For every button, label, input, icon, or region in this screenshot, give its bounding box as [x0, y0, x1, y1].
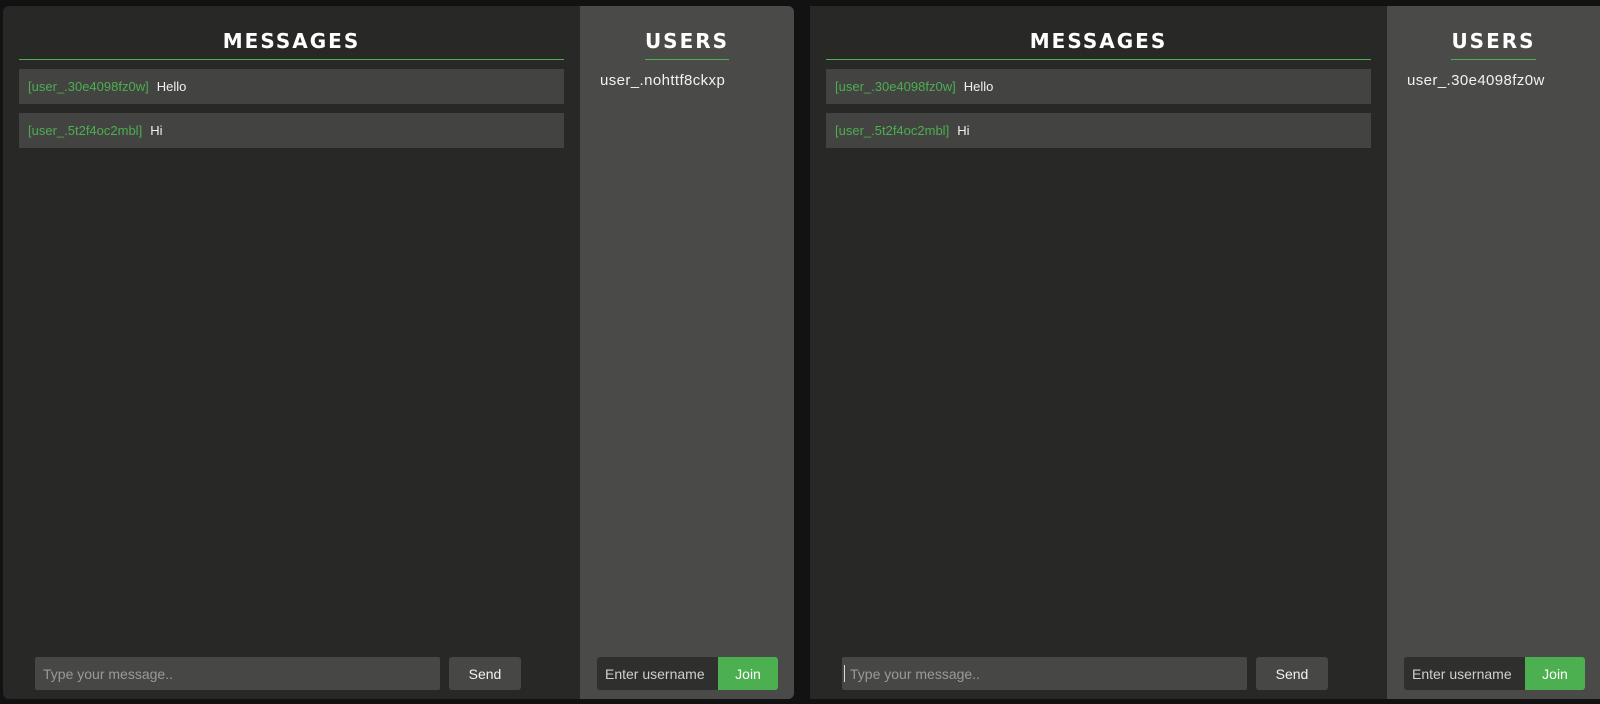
message-item: [user_.5t2f4oc2mbl] Hi	[19, 113, 564, 148]
message-text: Hello	[963, 79, 994, 94]
user-list-item: user_.nohttf8ckxp	[600, 72, 726, 89]
message-item: [user_.30e4098fz0w] Hello	[19, 69, 564, 104]
compose-bar: Send	[842, 657, 1328, 690]
username-input[interactable]	[597, 657, 718, 690]
user-list-item: user_.30e4098fz0w	[1407, 72, 1545, 89]
messages-panel: MESSAGES [user_.30e4098fz0w] Hello [user…	[3, 6, 580, 699]
message-author: [user_.30e4098fz0w]	[28, 79, 149, 94]
users-header: USERS	[580, 24, 794, 60]
chat-window-2: MESSAGES [user_.30e4098fz0w] Hello [user…	[810, 6, 1600, 699]
send-button[interactable]: Send	[449, 657, 521, 690]
message-input[interactable]	[35, 657, 440, 690]
join-bar: Join	[597, 657, 778, 690]
messages-header: MESSAGES	[826, 24, 1371, 60]
message-list: [user_.30e4098fz0w] Hello [user_.5t2f4oc…	[19, 69, 564, 157]
username-input[interactable]	[1404, 657, 1525, 690]
message-input[interactable]	[842, 657, 1247, 690]
message-item: [user_.30e4098fz0w] Hello	[826, 69, 1371, 104]
message-list: [user_.30e4098fz0w] Hello [user_.5t2f4oc…	[826, 69, 1371, 157]
join-button[interactable]: Join	[1525, 657, 1585, 690]
message-item: [user_.5t2f4oc2mbl] Hi	[826, 113, 1371, 148]
messages-title: MESSAGES	[222, 29, 361, 53]
message-author: [user_.30e4098fz0w]	[835, 79, 956, 94]
messages-title: MESSAGES	[1029, 29, 1168, 53]
users-panel: USERS user_.30e4098fz0w Join	[1387, 6, 1600, 699]
message-author: [user_.5t2f4oc2mbl]	[28, 123, 143, 138]
app-stage: MESSAGES [user_.30e4098fz0w] Hello [user…	[0, 0, 1600, 704]
join-bar: Join	[1404, 657, 1585, 690]
message-text: Hi	[150, 123, 163, 138]
messages-panel: MESSAGES [user_.30e4098fz0w] Hello [user…	[810, 6, 1387, 699]
send-button[interactable]: Send	[1256, 657, 1328, 690]
user-list: user_.30e4098fz0w	[1407, 72, 1545, 89]
compose-bar: Send	[35, 657, 521, 690]
text-caret	[844, 665, 845, 682]
users-title: USERS	[644, 24, 730, 60]
message-author: [user_.5t2f4oc2mbl]	[835, 123, 950, 138]
user-list: user_.nohttf8ckxp	[600, 72, 725, 89]
message-input-wrapper	[842, 657, 1247, 690]
message-text: Hi	[957, 123, 970, 138]
message-text: Hello	[156, 79, 187, 94]
messages-header: MESSAGES	[19, 24, 564, 60]
users-title: USERS	[1451, 24, 1536, 60]
join-button[interactable]: Join	[718, 657, 778, 690]
users-header: USERS	[1387, 24, 1600, 60]
users-panel: USERS user_.nohttf8ckxp Join	[580, 6, 794, 699]
chat-window-1: MESSAGES [user_.30e4098fz0w] Hello [user…	[3, 6, 794, 699]
